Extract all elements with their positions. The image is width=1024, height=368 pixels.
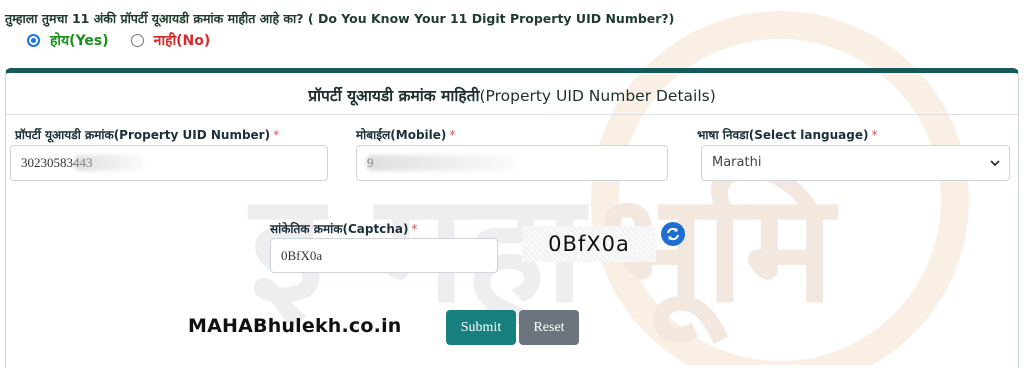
radio-no[interactable] — [130, 34, 144, 47]
uid-input[interactable]: 30230583443 — [10, 145, 328, 181]
panel-title-marathi: प्रॉपर्टी यूआयडी क्रमांक माहिती — [308, 87, 480, 105]
mobile-redaction — [366, 155, 516, 171]
refresh-icon — [667, 227, 679, 241]
uid-field-label: प्रॉपर्टी यूआयडी क्रमांक(Property UID Nu… — [15, 128, 280, 142]
language-select[interactable]: Marathi — [701, 145, 1010, 181]
captcha-image: 0BfX0a — [522, 226, 656, 262]
language-field-label: भाषा निवडा(Select language) * — [697, 128, 878, 142]
language-select-value: Marathi — [712, 155, 762, 170]
radio-yes[interactable] — [27, 34, 40, 47]
panel-title: प्रॉपर्टी यूआयडी क्रमांक माहिती(Property… — [0, 84, 1024, 106]
chevron-down-icon — [990, 160, 1000, 167]
radio-no-label[interactable]: नाही(No) — [154, 31, 211, 50]
submit-button[interactable]: Submit — [446, 310, 516, 345]
uid-known-question: तुम्हाला तुमचा 11 अंकी प्रॉपर्टी यूआयडी … — [5, 11, 675, 26]
captcha-field-label: सांकेतिक क्रमांक(Captcha) * — [270, 222, 418, 236]
reset-button[interactable]: Reset — [519, 310, 579, 345]
captcha-input[interactable]: 0BfX0a — [270, 238, 498, 273]
radio-yes-label[interactable]: होय(Yes) — [50, 31, 109, 50]
panel-divider — [6, 114, 1018, 115]
uid-redaction — [74, 155, 144, 171]
panel-title-english: (Property UID Number Details) — [479, 87, 716, 105]
brand-watermark-text: MAHABhulekh.co.in — [188, 315, 402, 337]
refresh-captcha-icon[interactable] — [661, 222, 685, 246]
captcha-input-value: 0BfX0a — [281, 248, 323, 263]
mobile-field-label: मोबाईल(Mobile) * — [356, 128, 456, 142]
uid-known-radio-group: होय(Yes) नाही(No) — [27, 31, 232, 50]
